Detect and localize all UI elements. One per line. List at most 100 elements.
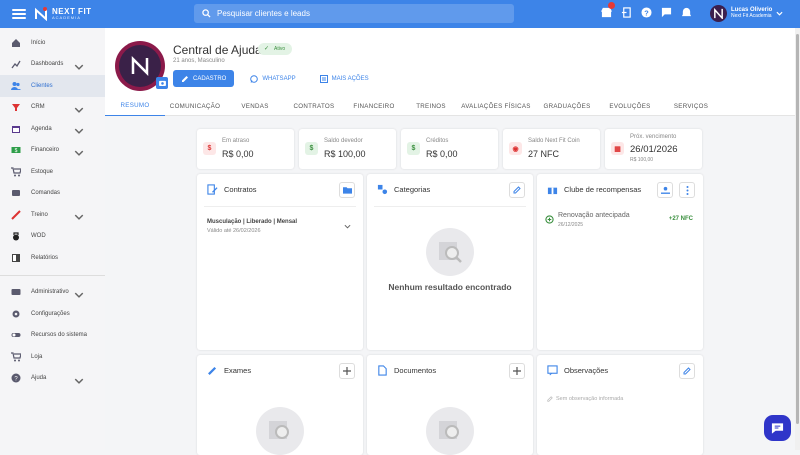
tab-contratos[interactable]: CONTRATOS bbox=[285, 96, 343, 116]
divider bbox=[374, 206, 526, 207]
observacoes-card: Observações Sem observação informada bbox=[537, 355, 703, 455]
crm-icon bbox=[12, 104, 20, 112]
more-vertical-icon bbox=[686, 185, 688, 195]
cadastro-button[interactable]: CADASTRO bbox=[173, 70, 235, 87]
tab-bar: RESUMO COMUNICAÇÃO VENDAS CONTRATOS FINA… bbox=[105, 96, 795, 116]
tab-evolucoes[interactable]: EVOLUÇÕES bbox=[599, 96, 661, 116]
more-actions-button[interactable]: MAIS AÇÕES bbox=[312, 70, 377, 87]
sidebar-item-wod[interactable]: WOD bbox=[0, 226, 105, 248]
add-button[interactable] bbox=[509, 363, 525, 379]
tab-servicos[interactable]: SERVIÇOS bbox=[661, 96, 721, 116]
empty-observation: Sem observação informada bbox=[547, 396, 623, 402]
documentos-card: Documentos bbox=[367, 355, 533, 455]
grid-icon bbox=[319, 74, 328, 83]
reward-button[interactable] bbox=[657, 182, 673, 198]
sidebar-item-label: Loja bbox=[31, 353, 43, 360]
sidebar-divider bbox=[0, 274, 105, 276]
stat-label: Próx. vencimento bbox=[630, 134, 677, 140]
tab-avaliacoes[interactable]: AVALIAÇÕES FÍSICAS bbox=[457, 96, 535, 116]
chat-icon[interactable] bbox=[660, 6, 672, 18]
door-icon[interactable] bbox=[620, 6, 632, 18]
logo-mark bbox=[34, 7, 48, 22]
search-bar[interactable] bbox=[194, 4, 514, 23]
sidebar-item-configuracoes[interactable]: Configurações bbox=[0, 303, 105, 325]
sidebar-item-relatorios[interactable]: Relatórios bbox=[0, 247, 105, 269]
profile-meta: 21 anos, Masculino bbox=[173, 58, 225, 64]
plus-icon bbox=[513, 367, 521, 375]
sidebar-item-agenda[interactable]: Agenda bbox=[0, 118, 105, 140]
more-button[interactable] bbox=[679, 182, 695, 198]
stat-label: Saldo devedor bbox=[324, 138, 363, 144]
reward-item-value: +27 NFC bbox=[668, 216, 693, 222]
chevron-down-icon bbox=[74, 150, 84, 156]
whatsapp-icon bbox=[250, 74, 259, 83]
stat-prox-vencimento: ▦ Próx. vencimento 26/01/2026 R$ 100,00 bbox=[605, 129, 702, 169]
sidebar-item-label: Recursos do sistema bbox=[31, 332, 88, 339]
store-icon[interactable] bbox=[600, 2, 615, 18]
whatsapp-button[interactable]: WHATSAPP bbox=[242, 70, 303, 87]
cart-icon bbox=[11, 167, 21, 177]
sidebar-item-financeiro[interactable]: $ Financeiro bbox=[0, 140, 105, 162]
card-title: Exames bbox=[224, 366, 252, 375]
app-logo[interactable]: NEXT FIT ACADEMIA bbox=[34, 7, 92, 22]
top-bar: NEXT FIT ACADEMIA ? Lucas Oliverio Next … bbox=[0, 0, 800, 28]
exames-card: Exames bbox=[197, 355, 363, 455]
admin-icon bbox=[11, 289, 21, 296]
sidebar-item-ajuda[interactable]: ? Ajuda bbox=[0, 368, 105, 390]
contratos-card: Contratos Musculação | Liberado | Mensal… bbox=[197, 174, 363, 350]
edit-button[interactable] bbox=[679, 363, 695, 379]
tab-financeiro[interactable]: FINANCEIRO bbox=[343, 96, 405, 116]
sidebar-item-recursos[interactable]: Recursos do sistema bbox=[0, 325, 105, 347]
tab-graduacoes[interactable]: GRADUAÇÕES bbox=[535, 96, 599, 116]
sidebar-item-clientes[interactable]: Clientes bbox=[0, 75, 105, 97]
sidebar-item-dashboards[interactable]: Dashboards bbox=[0, 54, 105, 76]
bell-icon[interactable] bbox=[680, 6, 692, 18]
scrollbar-thumb[interactable] bbox=[796, 34, 799, 424]
stat-value: R$ 100,00 bbox=[324, 149, 366, 159]
add-button[interactable] bbox=[339, 363, 355, 379]
tab-vendas[interactable]: VENDAS bbox=[225, 96, 285, 116]
chat-button[interactable] bbox=[764, 415, 791, 441]
sidebar-item-label: Estoque bbox=[31, 168, 54, 175]
plus-circle-icon bbox=[545, 215, 554, 224]
toggle-icon bbox=[11, 333, 21, 338]
plus-icon bbox=[343, 367, 351, 375]
avatar[interactable] bbox=[115, 41, 168, 91]
search-input[interactable] bbox=[217, 9, 497, 18]
chevron-down-icon bbox=[74, 64, 84, 70]
sidebar-item-crm[interactable]: CRM bbox=[0, 97, 105, 119]
tab-comunicacao[interactable]: COMUNICAÇÃO bbox=[165, 96, 225, 116]
scrollbar[interactable] bbox=[795, 28, 800, 450]
sidebar-item-administrativo[interactable]: Administrativo bbox=[0, 282, 105, 304]
chevron-down-icon[interactable] bbox=[344, 224, 351, 229]
user-menu[interactable]: Lucas Oliverio Next Fit Academia bbox=[710, 5, 783, 22]
money-icon: $ bbox=[407, 142, 420, 155]
stat-em-atraso: $ Em atraso R$ 0,00 bbox=[197, 129, 294, 169]
document-icon bbox=[378, 365, 387, 376]
edit-button[interactable] bbox=[509, 182, 525, 198]
chevron-down-icon bbox=[74, 292, 84, 298]
card-title: Contratos bbox=[224, 185, 257, 194]
search-icon bbox=[202, 9, 211, 18]
folder-icon bbox=[342, 187, 352, 194]
sidebar-item-label: Financeiro bbox=[31, 147, 60, 154]
money-icon: $ bbox=[203, 142, 216, 155]
divider bbox=[204, 206, 356, 207]
card-title: Documentos bbox=[394, 366, 437, 375]
stat-label: Créditos bbox=[426, 138, 449, 144]
sidebar-item-loja[interactable]: Loja bbox=[0, 346, 105, 368]
help-icon[interactable]: ? bbox=[640, 6, 652, 18]
folder-button[interactable] bbox=[339, 182, 355, 198]
empty-state-icon bbox=[256, 407, 304, 455]
tab-resumo[interactable]: RESUMO bbox=[105, 96, 165, 116]
sidebar-item-treino[interactable]: Treino bbox=[0, 204, 105, 226]
menu-icon[interactable] bbox=[12, 9, 26, 19]
sidebar-item-comandas[interactable]: Comandas bbox=[0, 183, 105, 205]
camera-icon[interactable] bbox=[156, 77, 168, 89]
stat-saldo-devedor: $ Saldo devedor R$ 100,00 bbox=[299, 129, 396, 169]
sidebar-item-inicio[interactable]: Início bbox=[0, 32, 105, 54]
sidebar-item-estoque[interactable]: Estoque bbox=[0, 161, 105, 183]
reward-item-date: 26/12/2025 bbox=[558, 222, 584, 228]
chevron-down-icon bbox=[74, 378, 84, 384]
tab-treinos[interactable]: TREINOS bbox=[405, 96, 457, 116]
